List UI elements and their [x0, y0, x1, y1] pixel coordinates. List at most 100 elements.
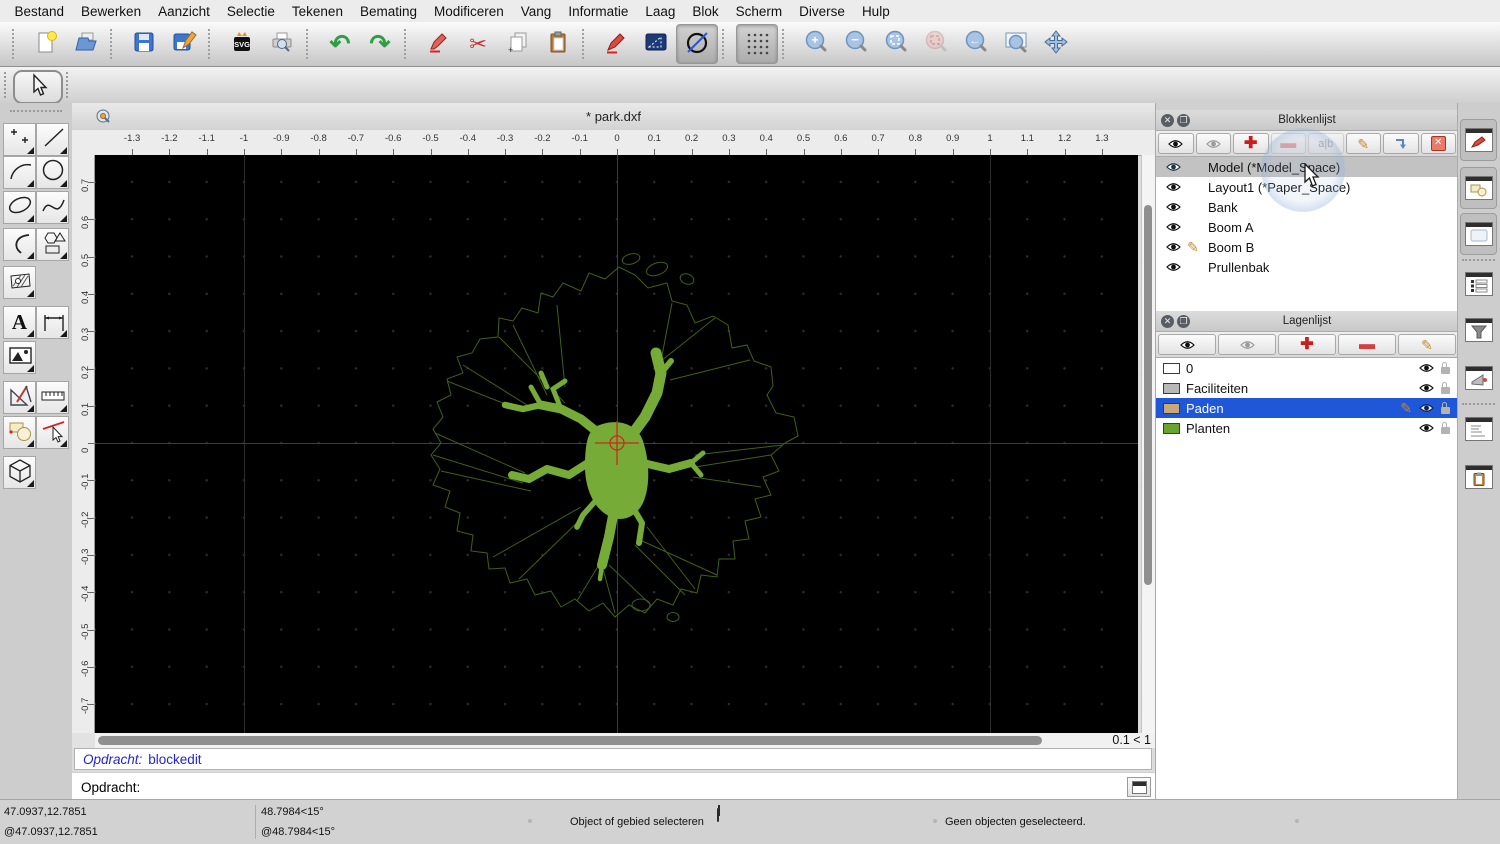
save-button[interactable]: [124, 25, 164, 63]
selection-filter-toggle[interactable]: [1460, 309, 1497, 351]
redo-button[interactable]: ↷: [360, 25, 400, 63]
command-input[interactable]: [146, 776, 1127, 798]
block-row-model[interactable]: Model (*Model_Space): [1156, 157, 1458, 177]
menu-item[interactable]: Bemating: [351, 4, 425, 19]
visibility-eye-icon[interactable]: [1166, 242, 1181, 252]
lock-icon[interactable]: [1441, 381, 1450, 394]
hide-all-layers-button[interactable]: [1218, 334, 1276, 355]
menu-item[interactable]: Hulp: [853, 4, 898, 19]
menu-item[interactable]: Scherm: [727, 4, 791, 19]
hide-all-blocks-button[interactable]: [1195, 133, 1231, 154]
tool-hatch[interactable]: [3, 266, 36, 299]
menu-item[interactable]: Blok: [684, 4, 727, 19]
zoom-previous-button[interactable]: ←: [956, 25, 996, 63]
close-icon[interactable]: ✕: [1161, 314, 1174, 328]
tool-drafting[interactable]: [3, 381, 36, 414]
menu-item[interactable]: Bestand: [6, 4, 73, 19]
menu-item[interactable]: Informatie: [560, 4, 637, 19]
tool-spline[interactable]: [36, 191, 69, 224]
visibility-eye-icon[interactable]: [1166, 162, 1181, 172]
insert-block-button[interactable]: [1383, 133, 1419, 154]
close-icon[interactable]: ✕: [1161, 113, 1174, 127]
zoom-selection-button[interactable]: [916, 25, 956, 63]
grid-toggle-button[interactable]: [736, 24, 778, 64]
circle-line-toggle-button[interactable]: [676, 24, 718, 64]
clipboard-panel-toggle[interactable]: [1460, 456, 1497, 498]
tool-text[interactable]: A: [3, 306, 36, 339]
zoom-window-button[interactable]: [996, 25, 1036, 63]
vertical-scrollbar-thumb[interactable]: [1144, 205, 1152, 585]
selection-tool-button[interactable]: [13, 70, 63, 104]
draw-pencil-button[interactable]: [596, 25, 636, 63]
layer-color-swatch[interactable]: [1163, 402, 1180, 414]
layer-row-0[interactable]: 0: [1156, 358, 1458, 378]
tool-shapes[interactable]: [36, 228, 69, 261]
copy-button[interactable]: +: [498, 25, 538, 63]
tool-line[interactable]: [36, 123, 69, 156]
tool-points[interactable]: [3, 123, 36, 156]
block-row-layout1[interactable]: Layout1 (*Paper_Space): [1156, 177, 1458, 197]
layer-row-faciliteiten[interactable]: Faciliteiten: [1156, 378, 1458, 398]
show-all-layers-button[interactable]: [1158, 334, 1216, 355]
visibility-eye-icon[interactable]: [1166, 182, 1181, 192]
ortho-restrict-button[interactable]: [636, 25, 676, 63]
horizontal-scrollbar-thumb[interactable]: [98, 736, 1042, 745]
block-row-boom-b[interactable]: ✎ Boom B: [1156, 237, 1458, 257]
menu-item[interactable]: Diverse: [791, 4, 854, 19]
block-edit-toggle[interactable]: [1460, 167, 1497, 209]
float-panel-icon[interactable]: ❐: [1177, 314, 1190, 328]
property-editor-toggle[interactable]: [1460, 119, 1497, 161]
block-row-prullenbak[interactable]: Prullenbak: [1156, 257, 1458, 277]
menu-item[interactable]: Tekenen: [283, 4, 351, 19]
menu-item[interactable]: Vang: [512, 4, 560, 19]
lock-icon[interactable]: [1441, 361, 1450, 374]
block-row-bank[interactable]: Bank: [1156, 197, 1458, 217]
menu-item[interactable]: Selectie: [218, 4, 283, 19]
list-panel-toggle[interactable]: [1460, 263, 1497, 305]
edit-layer-button[interactable]: ✎: [1398, 334, 1456, 355]
remove-layer-button[interactable]: ▬: [1338, 334, 1396, 355]
drawing-canvas[interactable]: [95, 155, 1138, 733]
view-toggle[interactable]: [1460, 213, 1497, 255]
light-cone-toggle[interactable]: [1460, 357, 1497, 399]
add-block-button[interactable]: ✚: [1233, 133, 1269, 154]
document-tab-title[interactable]: * park.dxf: [72, 109, 1155, 124]
paste-button[interactable]: [538, 25, 578, 63]
show-all-blocks-button[interactable]: [1158, 133, 1194, 154]
print-preview-button[interactable]: [262, 25, 302, 63]
visibility-eye-icon[interactable]: [1166, 262, 1181, 272]
visibility-eye-icon[interactable]: [1419, 363, 1434, 373]
edit-block-button[interactable]: ✎: [1345, 133, 1381, 154]
lock-icon[interactable]: [1441, 421, 1450, 434]
cut-button[interactable]: ✂: [458, 25, 498, 63]
menu-item[interactable]: Aanzicht: [150, 4, 219, 19]
tool-measure[interactable]: [36, 381, 69, 414]
save-as-button[interactable]: [164, 25, 204, 63]
tool-image[interactable]: [3, 341, 36, 374]
layer-color-swatch[interactable]: [1163, 362, 1180, 374]
command-line-toggle[interactable]: [1460, 408, 1497, 450]
add-layer-button[interactable]: ✚: [1278, 334, 1336, 355]
command-panel-button[interactable]: [1127, 777, 1151, 797]
layer-color-swatch[interactable]: [1163, 422, 1180, 434]
tool-ellipse[interactable]: [3, 191, 36, 224]
visibility-eye-icon[interactable]: [1166, 202, 1181, 212]
tool-modify[interactable]: [3, 416, 36, 449]
tool-solid[interactable]: [3, 456, 36, 489]
zoom-auto-button[interactable]: [876, 25, 916, 63]
tool-polyline[interactable]: [3, 228, 36, 261]
visibility-eye-icon[interactable]: [1419, 423, 1434, 433]
zoom-out-button[interactable]: −: [836, 25, 876, 63]
layer-row-planten[interactable]: Planten: [1156, 418, 1458, 438]
pan-button[interactable]: [1036, 25, 1076, 63]
new-file-button[interactable]: [26, 25, 66, 63]
rename-block-button[interactable]: a|b: [1308, 133, 1344, 154]
menu-item[interactable]: Bewerken: [73, 4, 150, 19]
block-row-boom-a[interactable]: Boom A: [1156, 217, 1458, 237]
tool-circle[interactable]: [36, 156, 69, 189]
delete-block-button[interactable]: ✕: [1420, 133, 1456, 154]
menu-item[interactable]: Modificeren: [426, 4, 513, 19]
tool-arc[interactable]: [3, 156, 36, 189]
visibility-eye-icon[interactable]: [1419, 383, 1434, 393]
visibility-eye-icon[interactable]: [1166, 222, 1181, 232]
